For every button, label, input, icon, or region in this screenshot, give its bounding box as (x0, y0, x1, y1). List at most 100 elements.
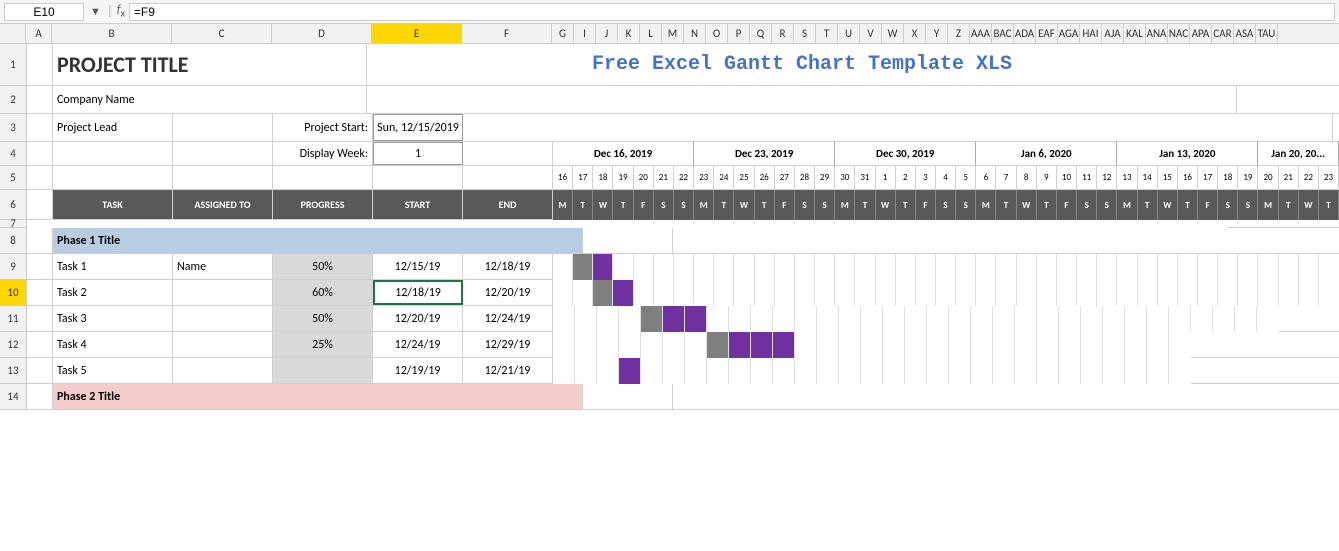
col-header-u[interactable]: U (838, 24, 860, 43)
col-header-r[interactable]: R (772, 24, 794, 43)
col-header-am[interactable]: ASA (1234, 24, 1256, 43)
col-header-t[interactable]: T (816, 24, 838, 43)
grid-area: 1 2 3 4 5 6 7 8 9 10 11 12 13 14 PROJECT… (0, 44, 1339, 410)
gantt-week-2: Dec 23, 2019 (694, 142, 835, 166)
cell-f5 (463, 166, 553, 189)
col-header-an[interactable]: TAU (1256, 24, 1278, 43)
col-header-aj[interactable]: NAC (1168, 24, 1190, 43)
t3-g29 (1191, 306, 1213, 332)
t5-g26 (1125, 358, 1147, 384)
t4-g27 (1147, 332, 1169, 358)
t2-g31 (1178, 280, 1198, 306)
col-header-ak[interactable]: APA (1190, 24, 1212, 43)
dl-W3: W (876, 190, 896, 220)
t1-g12 (795, 254, 815, 280)
cell-e4-week[interactable]: 1 (373, 142, 463, 165)
col-header-f[interactable]: F (462, 24, 552, 43)
col-header-p[interactable]: P (728, 24, 750, 43)
t3-g12 (817, 306, 839, 332)
dl-W4: W (1017, 190, 1037, 220)
task2-start-cell[interactable]: 12/18/19 (373, 280, 463, 305)
t2-g15 (855, 280, 875, 306)
col-header-j[interactable]: J (596, 24, 618, 43)
col-header-q[interactable]: Q (750, 24, 772, 43)
t3-g14 (861, 306, 883, 332)
col-header-aa[interactable]: AAA (970, 24, 992, 43)
col-header-m[interactable]: M (662, 24, 684, 43)
col-header-i[interactable]: I (574, 24, 596, 43)
col-header-ai[interactable]: ANA (1146, 24, 1168, 43)
cell-f4 (463, 142, 553, 165)
t3-g2 (597, 306, 619, 332)
cell-a1 (27, 44, 53, 85)
row-9-task1: Task 1 Name 50% 12/15/19 12/18/19 (27, 254, 1339, 280)
t1-g16 (876, 254, 896, 280)
t5-g3-purple (619, 358, 641, 384)
cell-reference[interactable] (4, 3, 84, 21)
col-header-v[interactable]: V (860, 24, 882, 43)
col-header-c[interactable]: C (172, 24, 272, 43)
row-num-13: 13 (0, 358, 26, 384)
t3-g32 (1257, 306, 1279, 332)
col-header-n[interactable]: N (684, 24, 706, 43)
col-header-ae[interactable]: AGA (1058, 24, 1080, 43)
t2-g7 (694, 280, 714, 306)
day-21: 21 (654, 166, 674, 190)
col-header-k[interactable]: K (618, 24, 640, 43)
col-header-ab[interactable]: BAC (992, 24, 1014, 43)
t1-g24 (1037, 254, 1057, 280)
col-header-g[interactable]: G (552, 24, 574, 43)
day-19: 19 (613, 166, 633, 190)
col-header-e[interactable]: E (372, 24, 462, 43)
col-header-al[interactable]: CAR (1212, 24, 1234, 43)
cell-e3-date[interactable]: Sun, 12/15/2019 (373, 114, 463, 141)
row-12-task4: Task 4 25% 12/24/19 12/29/19 (27, 332, 1339, 358)
formula-expand-btn[interactable]: ▼ (88, 5, 103, 18)
formula-input[interactable] (129, 3, 1335, 21)
col-header-af[interactable]: HAI (1080, 24, 1102, 43)
col-header-s[interactable]: S (794, 24, 816, 43)
dl-W6: W (1299, 190, 1319, 220)
t4-g4 (641, 332, 663, 358)
row-6: TASK ASSIGNED TO PROGRESS START END M T … (27, 190, 1339, 220)
page-header-title: Free Excel Gantt Chart Template XLS (371, 53, 1233, 76)
cell-c5 (173, 166, 273, 189)
dl-M3: M (835, 190, 855, 220)
t1-g4 (634, 254, 654, 280)
task1-progress-cell: 50% (273, 254, 373, 279)
col-header-o[interactable]: O (706, 24, 728, 43)
col-assigned-header: ASSIGNED TO (173, 190, 273, 219)
row-num-2: 2 (0, 86, 26, 114)
day-3: 3 (916, 166, 936, 190)
col-header-ah[interactable]: KAL (1124, 24, 1146, 43)
col-header-l[interactable]: L (640, 24, 662, 43)
t3-g4-gray (641, 306, 663, 332)
col-header-y[interactable]: Y (926, 24, 948, 43)
col-header-ag[interactable]: AJA (1102, 24, 1124, 43)
col-header-d[interactable]: D (272, 24, 372, 43)
day-23b: 23 (1319, 166, 1339, 190)
task1-progress: 50% (312, 260, 333, 274)
t3-g13 (839, 306, 861, 332)
task5-name: Task 5 (57, 364, 87, 378)
dl-W1: W (593, 190, 613, 220)
t2-g13 (815, 280, 835, 306)
dl-T11: T (1279, 190, 1299, 220)
assigned-header-label: ASSIGNED TO (194, 199, 250, 211)
t3-g22 (1037, 306, 1059, 332)
task3-start: 12/20/19 (395, 312, 441, 326)
t3-g0 (553, 306, 575, 332)
gantt-week-6: Jan 20, 20... (1258, 142, 1339, 166)
t4-g22 (1037, 332, 1059, 358)
col-header-a[interactable]: A (26, 24, 52, 43)
col-header-b[interactable]: B (52, 24, 172, 43)
col-header-x[interactable]: X (904, 24, 926, 43)
col-header-w[interactable]: W (882, 24, 904, 43)
task2-progress-cell: 60% (273, 280, 373, 305)
dl-M5: M (1117, 190, 1137, 220)
col-header-z[interactable]: Z (948, 24, 970, 43)
col-header-ac[interactable]: ADA (1014, 24, 1036, 43)
col-header-ad[interactable]: EAF (1036, 24, 1058, 43)
t3-g17 (927, 306, 949, 332)
day-14: 14 (1138, 166, 1158, 190)
